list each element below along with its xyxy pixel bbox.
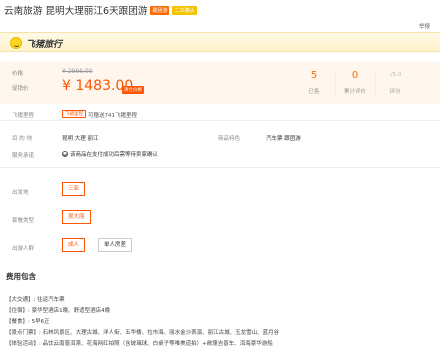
package-option[interactable]: 昆大丽 — [62, 210, 91, 224]
destination-label: 目 的 地 — [12, 136, 32, 142]
people-option-single-room[interactable]: 单人房差 — [98, 238, 133, 252]
fliggy-logo-icon — [10, 37, 22, 49]
people-option-adult[interactable]: 成人 — [62, 238, 86, 252]
points-label: 飞猪里程 — [12, 113, 35, 119]
fee-line: 【大交通】: 往返汽车票 — [6, 297, 65, 303]
departure-label: 出发地 — [12, 190, 29, 196]
fee-line: 【体验活动】: 品饮云南普洱茶、花海网红拍照（含玻璃球、白桌子等唯美道拍）+敞篷… — [6, 341, 273, 347]
check-circle-icon — [62, 151, 68, 157]
fee-line: 【景点门票】: 石林风景区、大理古城、洋人街、五华楼、拉市海、丽水金沙表演、丽江… — [6, 330, 280, 336]
promo-price-label: 促销价 — [12, 86, 29, 92]
divider — [0, 167, 440, 168]
feature-value: 汽车票 跟团游 — [266, 136, 301, 142]
sold-count: 5 — [310, 70, 318, 81]
review-label: 累计评价 — [343, 89, 366, 95]
title-row: 云南旅游 昆明大理丽江6天跟团游 跟团游 二次确认 — [4, 3, 197, 17]
page-title: 云南旅游 昆明大理丽江6天跟团游 — [4, 6, 148, 17]
points-badge: 飞猪里程 — [62, 110, 86, 118]
original-price: ¥ 2966.00 — [62, 68, 93, 75]
promo-tag: 清仓价格 — [122, 86, 144, 94]
rating-value: -/5.0 — [388, 72, 402, 78]
sold-label: 已售 — [308, 89, 320, 95]
service-label: 服务承诺 — [12, 153, 35, 159]
service-promise: 该商品在支付成功后需等待卖家确认 — [62, 150, 158, 158]
service-value: 该商品在支付成功后需等待卖家确认 — [70, 152, 159, 158]
feature-label: 商品特色 — [218, 136, 241, 142]
confirm-tag: 二次确认 — [172, 5, 197, 15]
destination-value: 昆明 大理 丽江 — [62, 136, 99, 142]
people-label: 出游人群 — [12, 246, 35, 252]
points-text: 可赠送741飞猪里程 — [88, 113, 137, 119]
fee-line: 【餐食】: 5早6正 — [6, 319, 50, 325]
group-tour-tag: 跟团游 — [150, 5, 170, 15]
fee-line: 【住宿】: 豪华型酒店1晚、舒适型酒店4晚 — [6, 308, 111, 314]
brand-name: 飞猪旅行 — [26, 40, 63, 50]
review-count[interactable]: 0 — [335, 70, 375, 81]
fee-include-title: 费用包含 — [6, 272, 36, 281]
rating-label: 评分 — [389, 89, 401, 95]
departure-option-sanya[interactable]: 三亚 — [62, 182, 86, 196]
original-price-label: 价格 — [12, 71, 24, 77]
brand-bar: 飞猪旅行 — [0, 32, 440, 52]
report-link[interactable]: 举报 — [419, 22, 430, 30]
package-label: 套餐类型 — [12, 218, 35, 224]
